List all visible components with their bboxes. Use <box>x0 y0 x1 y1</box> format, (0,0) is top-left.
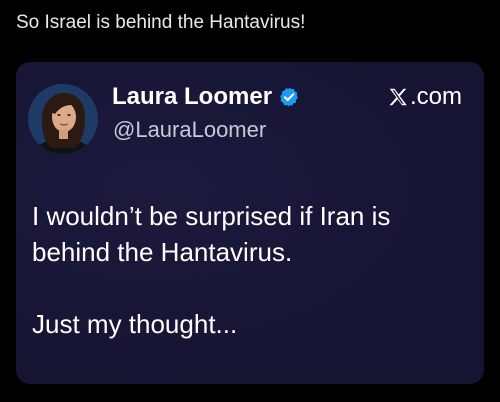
post-text-line: behind the Hantavirus. <box>32 237 293 267</box>
avatar[interactable] <box>28 84 98 154</box>
x-logo-icon <box>387 86 409 108</box>
post-text: I wouldn’t be surprised if Iran is behin… <box>32 198 472 342</box>
author-name[interactable]: Laura Loomer <box>112 82 272 112</box>
site-domain: .com <box>409 83 462 110</box>
verified-badge-icon <box>278 86 300 108</box>
post-caption: So Israel is behind the Hantavirus! <box>16 12 306 33</box>
avatar-image <box>28 84 98 154</box>
post-text-line: I wouldn’t be surprised if Iran is <box>32 201 391 231</box>
post-closing-line: Just my thought... <box>32 309 238 339</box>
site-label[interactable]: .com <box>387 82 462 112</box>
quoted-post-card[interactable]: Laura Loomer .com @LauraLoomer I wouldn’… <box>16 62 484 384</box>
author-row: Laura Loomer <box>112 82 300 112</box>
author-handle[interactable]: @LauraLoomer <box>113 116 266 144</box>
